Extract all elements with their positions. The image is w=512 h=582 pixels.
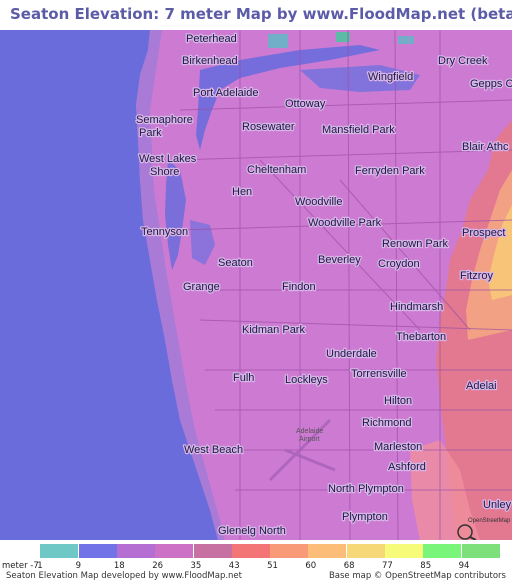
- legend-swatch: [231, 544, 270, 558]
- legend-tick-label: 43: [228, 561, 240, 571]
- place-label: Tennyson: [141, 226, 188, 238]
- place-label: Birkenhead: [182, 55, 238, 67]
- place-label: Airport: [299, 436, 320, 443]
- place-label: Glenelg North: [218, 525, 286, 537]
- legend-swatch: [270, 544, 309, 558]
- place-label: West Lakes: [139, 153, 197, 165]
- place-label: Rosewater: [242, 121, 295, 133]
- place-label: Fulh: [233, 372, 254, 384]
- place-label: Blair Athc: [462, 141, 509, 153]
- place-label: Woodville: [295, 196, 343, 208]
- place-label: Seaton: [218, 257, 253, 269]
- legend: [0, 544, 512, 562]
- place-label: Richmond: [362, 417, 412, 429]
- legend-swatch: [78, 544, 117, 558]
- page-title: Seaton Elevation: 7 meter Map by www.Flo…: [10, 5, 512, 23]
- place-label: Unley: [483, 499, 512, 511]
- place-label: Adelaide: [296, 428, 323, 435]
- legend-swatch: [461, 544, 500, 558]
- legend-tick-label: 26: [152, 561, 164, 571]
- title-bar: Seaton Elevation: 7 meter Map by www.Flo…: [0, 0, 512, 30]
- map-canvas: Peterhead Birkenhead Dry Creek Wingfield…: [0, 30, 512, 540]
- place-label: Prospect: [462, 227, 505, 239]
- legend-tick-label: 35: [190, 561, 202, 571]
- place-label: Semaphore: [136, 114, 193, 126]
- place-label: Beverley: [318, 254, 361, 266]
- legend-swatch: [385, 544, 423, 558]
- footer-credit: Seaton Elevation Map developed by www.Fl…: [6, 571, 242, 581]
- legend-tick-label: meter -7: [2, 561, 39, 571]
- place-label: Croydon: [378, 258, 420, 270]
- place-label: Ottoway: [285, 98, 326, 110]
- legend-tick-label: 68: [343, 561, 355, 571]
- legend-tick-label: 77: [382, 561, 393, 571]
- legend-swatch: [346, 544, 385, 558]
- place-label: Lockleys: [285, 374, 328, 386]
- place-label: Adelai: [466, 380, 497, 392]
- place-label: Hindmarsh: [390, 301, 443, 313]
- place-label: Hen: [232, 186, 252, 198]
- legend-swatch: [40, 544, 79, 558]
- legend-tick-label: 94: [458, 561, 470, 571]
- place-label: Thebarton: [396, 331, 446, 343]
- place-label: Ashford: [388, 461, 426, 473]
- legend-tick-label: 1: [37, 561, 43, 571]
- place-label: Renown Park: [382, 238, 449, 250]
- place-label: Park: [139, 127, 162, 139]
- place-label: Marleston: [374, 441, 422, 453]
- place-label: West Beach: [184, 444, 243, 456]
- place-label: Plympton: [342, 511, 388, 523]
- legend-tick-label: 51: [267, 561, 278, 571]
- place-label: Torrensville: [351, 368, 407, 380]
- legend-tick-label: 9: [75, 561, 82, 571]
- low-patch-3: [398, 36, 414, 44]
- place-label: Dry Creek: [438, 55, 488, 67]
- place-label: Woodville Park: [308, 217, 382, 229]
- place-label: Grange: [183, 281, 220, 293]
- place-label: Gepps C: [470, 78, 512, 90]
- place-label: Hilton: [384, 395, 412, 407]
- legend-tick-label: 18: [113, 561, 125, 571]
- footer-attribution: Base map © OpenStreetMap contributors: [328, 571, 506, 581]
- low-patch-1: [268, 34, 288, 48]
- place-label: Peterhead: [186, 33, 237, 45]
- osm-mark-text: OpenStreetMap: [468, 518, 511, 524]
- legend-tick-label: 60: [305, 561, 317, 571]
- legend-swatch: [155, 544, 194, 558]
- place-label: Kidman Park: [242, 324, 305, 336]
- place-label: Cheltenham: [247, 164, 306, 176]
- place-label: Wingfield: [368, 71, 413, 83]
- place-label: Fitzroy: [460, 270, 494, 282]
- elevation-map[interactable]: Peterhead Birkenhead Dry Creek Wingfield…: [0, 30, 512, 540]
- legend-swatch: [423, 544, 462, 558]
- place-label: Port Adelaide: [193, 87, 258, 99]
- legend-swatch: [308, 544, 347, 558]
- legend-swatch: [193, 544, 232, 558]
- place-label: Findon: [282, 281, 316, 293]
- place-label: North Plympton: [328, 483, 404, 495]
- place-label: Underdale: [326, 348, 377, 360]
- place-label: Mansfield Park: [322, 124, 395, 136]
- footer: Seaton Elevation Map developed by www.Fl…: [0, 571, 512, 582]
- place-label: Shore: [150, 166, 179, 178]
- place-label: Ferryden Park: [355, 165, 425, 177]
- legend-tick-label: 85: [420, 561, 432, 571]
- legend-swatch: [116, 544, 155, 558]
